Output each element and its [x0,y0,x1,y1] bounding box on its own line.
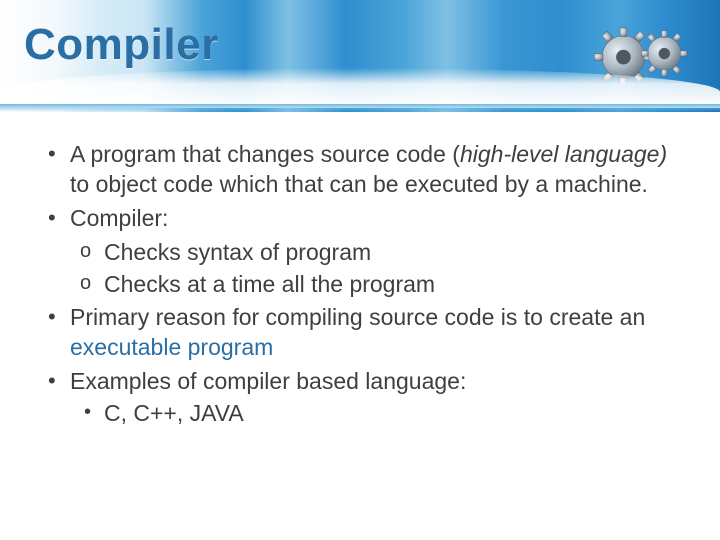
bullet-1-text-post: to object code which that can be execute… [70,171,648,197]
bullet-3-link: executable program [70,334,273,360]
bullet-1: A program that changes source code (high… [44,140,680,200]
bullet-2-sub-1-text: Checks syntax of program [104,239,371,265]
header-swoosh [0,68,720,108]
bullet-2-text: Compiler: [70,205,168,231]
bullet-list: A program that changes source code (high… [44,140,680,429]
bullet-4-sub-1-text: C, C++, JAVA [104,400,244,426]
bullet-2-sub-2: Checks at a time all the program [70,270,680,300]
bullet-2-sub-2-text: Checks at a time all the program [104,271,435,297]
bullet-3-text-pre: Primary reason for compiling source code… [70,304,645,330]
bullet-2: Compiler: Checks syntax of program Check… [44,204,680,300]
slide-title: Compiler [24,20,219,70]
bullet-2-sublist: Checks syntax of program Checks at a tim… [70,238,680,300]
bullet-4: Examples of compiler based language: C, … [44,367,680,429]
bullet-1-text-pre: A program that changes source code ( [70,141,460,167]
bullet-2-sub-1: Checks syntax of program [70,238,680,268]
bullet-4-text: Examples of compiler based language: [70,368,466,394]
bullet-3: Primary reason for compiling source code… [44,303,680,363]
header-underline [0,104,720,112]
slide-content: A program that changes source code (high… [44,140,680,433]
bullet-1-italic: high-level language) [460,141,667,167]
bullet-4-sublist: C, C++, JAVA [70,399,680,429]
slide: Compiler A program that changes source c… [0,0,720,540]
bullet-4-sub-1: C, C++, JAVA [70,399,680,429]
